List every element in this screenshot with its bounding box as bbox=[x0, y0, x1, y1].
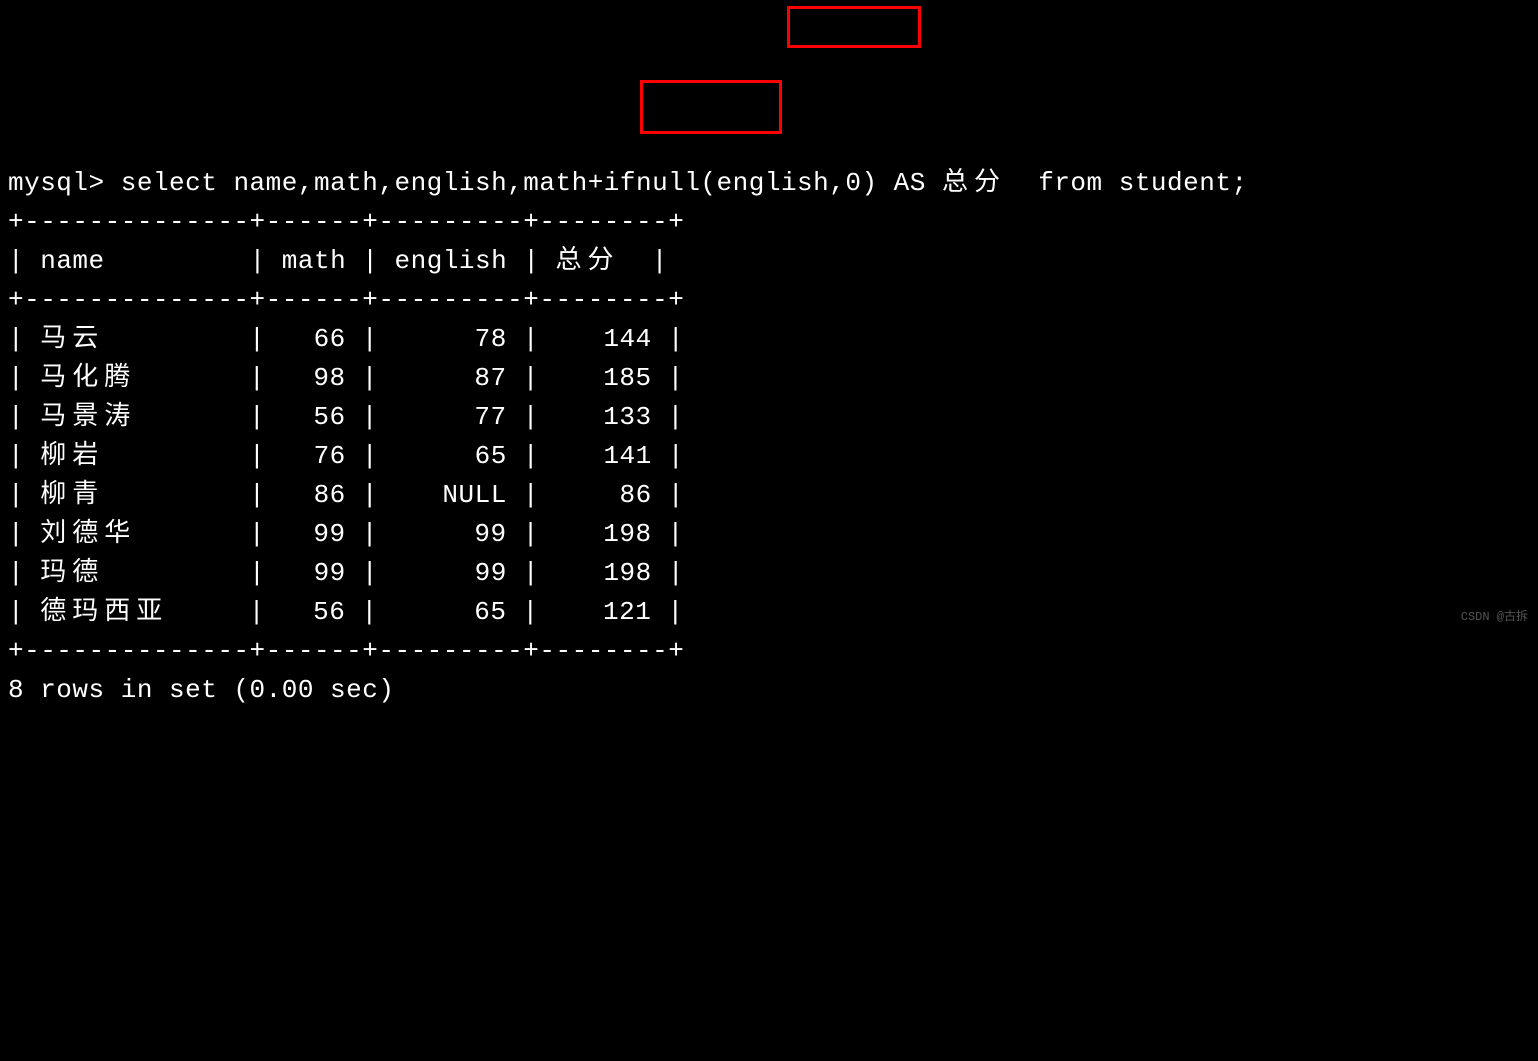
table-row: | 德玛西亚 | 56 | 65 | 121 | bbox=[8, 593, 1530, 632]
table-row: | 玛德 | 99 | 99 | 198 | bbox=[8, 554, 1530, 593]
cell-math: 56 bbox=[313, 402, 345, 432]
header-math: math bbox=[282, 246, 346, 276]
cell-math: 56 bbox=[313, 597, 345, 627]
cell-name: 柳岩 bbox=[40, 441, 104, 471]
header-english: english bbox=[395, 246, 508, 276]
cell-name: 柳青 bbox=[40, 480, 104, 510]
cell-name: 马化腾 bbox=[40, 363, 136, 393]
cell-english: 77 bbox=[426, 402, 507, 432]
watermark: CSDN @古拆 bbox=[1461, 608, 1528, 626]
cell-total: 133 bbox=[587, 402, 651, 432]
query-after: from student; bbox=[1038, 168, 1247, 198]
cell-math: 66 bbox=[314, 324, 346, 354]
cell-total: 141 bbox=[587, 441, 651, 471]
query-before: select name,math,english,math+ifnull(eng… bbox=[121, 168, 878, 198]
table-header-row: | name | math | english | 总分 | bbox=[8, 242, 1530, 281]
highlight-box-query bbox=[787, 6, 921, 48]
table-row: | 柳青 | 86 | NULL | 86 | bbox=[8, 476, 1530, 515]
terminal-output: mysql> select name,math,english,math+ifn… bbox=[8, 164, 1530, 710]
cell-name: 德玛西亚 bbox=[40, 597, 168, 627]
cell-english: 87 bbox=[426, 363, 507, 393]
header-name: name bbox=[40, 246, 104, 276]
cell-total: 198 bbox=[587, 519, 651, 549]
cell-name: 马云 bbox=[40, 324, 104, 354]
cell-math: 98 bbox=[313, 363, 345, 393]
cell-english: 78 bbox=[426, 324, 507, 354]
cell-total: 86 bbox=[587, 480, 651, 510]
table-row: | 刘德华 | 99 | 99 | 198 | bbox=[8, 515, 1530, 554]
header-total: 总分 bbox=[556, 246, 620, 276]
table-row: | 马化腾 | 98 | 87 | 185 | bbox=[8, 359, 1530, 398]
cell-name: 马景涛 bbox=[40, 402, 136, 432]
table-row: | 马云 | 66 | 78 | 144 | bbox=[8, 320, 1530, 359]
cell-math: 99 bbox=[313, 519, 345, 549]
result-footer: 8 rows in set (0.00 sec) bbox=[8, 671, 1530, 710]
cell-total: 144 bbox=[587, 324, 651, 354]
table-border-bottom: +--------------+------+---------+-------… bbox=[8, 632, 1530, 671]
query-line: mysql> select name,math,english,math+ifn… bbox=[8, 164, 1530, 203]
cell-name: 玛德 bbox=[40, 558, 104, 588]
cell-total: 198 bbox=[587, 558, 651, 588]
cell-english: NULL bbox=[426, 480, 507, 510]
table-row: | 马景涛 | 56 | 77 | 133 | bbox=[8, 398, 1530, 437]
mysql-prompt: mysql> bbox=[8, 168, 105, 198]
cell-math: 99 bbox=[314, 558, 346, 588]
cell-total: 185 bbox=[587, 363, 651, 393]
cell-english: 65 bbox=[426, 441, 507, 471]
table-border-mid: +--------------+------+---------+-------… bbox=[8, 281, 1530, 320]
cell-english: 99 bbox=[426, 519, 507, 549]
table-row: | 柳岩 | 76 | 65 | 141 | bbox=[8, 437, 1530, 476]
query-highlight: AS 总分 bbox=[894, 168, 1006, 198]
cell-english: 99 bbox=[426, 558, 507, 588]
cell-math: 86 bbox=[314, 480, 346, 510]
cell-english: 65 bbox=[426, 597, 507, 627]
cell-math: 76 bbox=[314, 441, 346, 471]
table-border-top: +--------------+------+---------+-------… bbox=[8, 203, 1530, 242]
highlight-box-header bbox=[640, 80, 782, 134]
cell-total: 121 bbox=[587, 597, 651, 627]
cell-name: 刘德华 bbox=[40, 519, 136, 549]
